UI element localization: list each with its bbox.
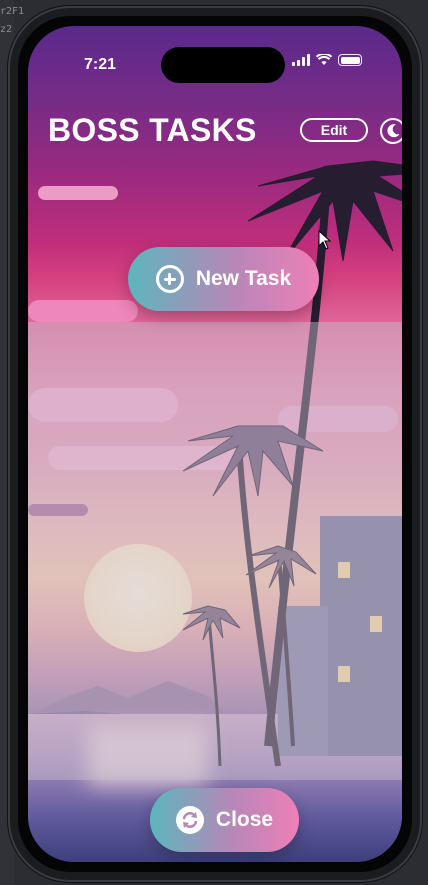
edit-button[interactable]: Edit — [300, 118, 368, 142]
close-label: Close — [215, 808, 274, 831]
mouse-cursor-icon — [318, 230, 332, 250]
device-bezel: 7:21 BOSS TASKS Edit New Task Close — [18, 16, 412, 872]
wifi-icon — [316, 54, 332, 65]
task-list-panel — [28, 322, 402, 780]
battery-icon — [338, 54, 362, 66]
editor-line: r2F1 — [0, 6, 25, 17]
moon-icon — [387, 124, 400, 138]
device-frame: 7:21 BOSS TASKS Edit New Task Close — [8, 6, 422, 882]
status-time: 7:21 — [84, 56, 117, 73]
new-task-label: New Task — [195, 267, 292, 290]
close-button[interactable]: Close — [150, 788, 299, 852]
editor-line: z2 — [0, 24, 13, 35]
cellular-signal-icon — [292, 54, 310, 66]
theme-toggle-button[interactable] — [380, 118, 402, 144]
refresh-icon — [175, 806, 204, 834]
dynamic-island — [161, 47, 285, 83]
status-icons — [292, 54, 362, 66]
new-task-button[interactable]: New Task — [128, 247, 319, 311]
app-screen: 7:21 BOSS TASKS Edit New Task Close — [28, 26, 402, 862]
app-title: BOSS TASKS — [48, 112, 257, 148]
plus-circle-icon — [155, 265, 184, 293]
